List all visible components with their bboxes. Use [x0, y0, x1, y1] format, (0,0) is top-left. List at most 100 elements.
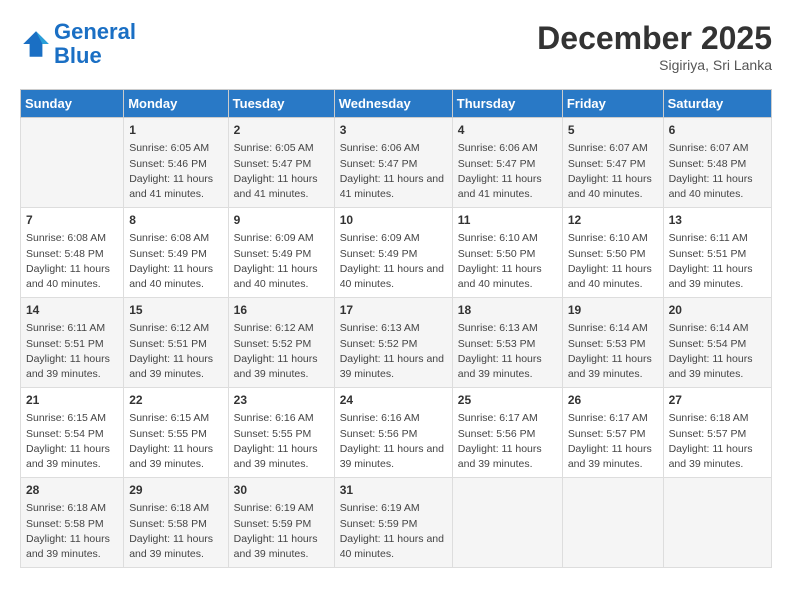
day-number: 26 — [568, 392, 658, 409]
day-number: 19 — [568, 302, 658, 319]
day-number: 28 — [26, 482, 118, 499]
page-header: General Blue December 2025 Sigiriya, Sri… — [20, 20, 772, 73]
calendar-cell: 25Sunrise: 6:17 AMSunset: 5:56 PMDayligh… — [452, 388, 562, 478]
month-title: December 2025 — [537, 20, 772, 57]
day-number: 22 — [129, 392, 222, 409]
day-number: 14 — [26, 302, 118, 319]
calendar-cell — [452, 478, 562, 568]
day-info: Sunrise: 6:08 AMSunset: 5:48 PMDaylight:… — [26, 231, 118, 292]
day-number: 31 — [340, 482, 447, 499]
day-info: Sunrise: 6:08 AMSunset: 5:49 PMDaylight:… — [129, 231, 222, 292]
day-info: Sunrise: 6:16 AMSunset: 5:56 PMDaylight:… — [340, 411, 447, 472]
calendar-cell: 18 Sunrise: 6:13 AMSunset: 5:53 PMDayligh… — [452, 298, 562, 388]
day-info: Sunrise: 6:15 AMSunset: 5:55 PMDaylight:… — [129, 411, 222, 472]
calendar-cell: 3 Sunrise: 6:06 AMSunset: 5:47 PMDaylight… — [334, 118, 452, 208]
day-info: Sunrise: 6:19 AMSunset: 5:59 PMDaylight:… — [234, 501, 329, 562]
title-block: December 2025 Sigiriya, Sri Lanka — [537, 20, 772, 73]
day-info: Sunrise: 6:18 AMSunset: 5:57 PMDaylight:… — [669, 411, 766, 472]
day-info: Sunrise: 6:14 AMSunset: 5:54 PMDaylight:… — [669, 321, 766, 382]
day-info: Sunrise: 6:07 AMSunset: 5:48 PMDaylight:… — [669, 141, 766, 202]
calendar-cell: 11 Sunrise: 6:10 AMSunset: 5:50 PMDayligh… — [452, 208, 562, 298]
day-number: 1 — [129, 122, 222, 139]
calendar-cell — [562, 478, 663, 568]
day-number: 10 — [340, 212, 447, 229]
day-number: 4 — [458, 122, 557, 139]
day-info: Sunrise: 6:17 AMSunset: 5:57 PMDaylight:… — [568, 411, 658, 472]
day-info: Sunrise: 6:18 AMSunset: 5:58 PMDaylight:… — [26, 501, 118, 562]
day-info: Sunrise: 6:18 AMSunset: 5:58 PMDaylight:… — [129, 501, 222, 562]
column-header-sunday: Sunday — [21, 90, 124, 118]
day-number: 13 — [669, 212, 766, 229]
day-info: Sunrise: 6:12 AMSunset: 5:52 PMDaylight:… — [234, 321, 329, 382]
calendar-cell: 8 Sunrise: 6:08 AMSunset: 5:49 PMDaylight… — [124, 208, 228, 298]
day-number: 12 — [568, 212, 658, 229]
calendar-table: SundayMondayTuesdayWednesdayThursdayFrid… — [20, 89, 772, 568]
day-info: Sunrise: 6:11 AMSunset: 5:51 PMDaylight:… — [669, 231, 766, 292]
calendar-cell: 26 Sunrise: 6:17 AMSunset: 5:57 PMDayligh… — [562, 388, 663, 478]
calendar-cell: 4Sunrise: 6:06 AMSunset: 5:47 PMDaylight… — [452, 118, 562, 208]
day-number: 25 — [458, 392, 557, 409]
calendar-cell: 29 Sunrise: 6:18 AMSunset: 5:58 PMDayligh… — [124, 478, 228, 568]
column-header-friday: Friday — [562, 90, 663, 118]
day-number: 23 — [234, 392, 329, 409]
day-number: 9 — [234, 212, 329, 229]
day-number: 16 — [234, 302, 329, 319]
day-info: Sunrise: 6:06 AMSunset: 5:47 PMDaylight:… — [340, 141, 447, 202]
day-number: 18 — [458, 302, 557, 319]
logo: General Blue — [20, 20, 136, 68]
day-number: 21 — [26, 392, 118, 409]
calendar-cell: 20 Sunrise: 6:14 AMSunset: 5:54 PMDayligh… — [663, 298, 771, 388]
calendar-cell: 30Sunrise: 6:19 AMSunset: 5:59 PMDayligh… — [228, 478, 334, 568]
calendar-cell: 24 Sunrise: 6:16 AMSunset: 5:56 PMDayligh… — [334, 388, 452, 478]
calendar-cell: 14Sunrise: 6:11 AMSunset: 5:51 PMDayligh… — [21, 298, 124, 388]
calendar-cell: 12 Sunrise: 6:10 AMSunset: 5:50 PMDayligh… — [562, 208, 663, 298]
column-header-wednesday: Wednesday — [334, 90, 452, 118]
day-info: Sunrise: 6:10 AMSunset: 5:50 PMDaylight:… — [568, 231, 658, 292]
calendar-cell: 5 Sunrise: 6:07 AMSunset: 5:47 PMDaylight… — [562, 118, 663, 208]
day-info: Sunrise: 6:14 AMSunset: 5:53 PMDaylight:… — [568, 321, 658, 382]
day-number: 15 — [129, 302, 222, 319]
day-number: 20 — [669, 302, 766, 319]
day-info: Sunrise: 6:13 AMSunset: 5:52 PMDaylight:… — [340, 321, 447, 382]
day-info: Sunrise: 6:12 AMSunset: 5:51 PMDaylight:… — [129, 321, 222, 382]
day-info: Sunrise: 6:15 AMSunset: 5:54 PMDaylight:… — [26, 411, 118, 472]
calendar-cell: 6 Sunrise: 6:07 AMSunset: 5:48 PMDaylight… — [663, 118, 771, 208]
calendar-cell: 7 Sunrise: 6:08 AMSunset: 5:48 PMDaylight… — [21, 208, 124, 298]
day-number: 7 — [26, 212, 118, 229]
calendar-cell: 2 Sunrise: 6:05 AMSunset: 5:47 PMDaylight… — [228, 118, 334, 208]
calendar-cell: 13 Sunrise: 6:11 AMSunset: 5:51 PMDayligh… — [663, 208, 771, 298]
day-info: Sunrise: 6:05 AMSunset: 5:47 PMDaylight:… — [234, 141, 329, 202]
day-number: 24 — [340, 392, 447, 409]
column-header-saturday: Saturday — [663, 90, 771, 118]
day-number: 29 — [129, 482, 222, 499]
day-number: 11 — [458, 212, 557, 229]
logo-text: General Blue — [54, 20, 136, 68]
calendar-week-4: 21 Sunrise: 6:15 AMSunset: 5:54 PMDayligh… — [21, 388, 772, 478]
day-info: Sunrise: 6:13 AMSunset: 5:53 PMDaylight:… — [458, 321, 557, 382]
day-info: Sunrise: 6:05 AMSunset: 5:46 PMDaylight:… — [129, 141, 222, 202]
day-number: 3 — [340, 122, 447, 139]
calendar-cell: 16 Sunrise: 6:12 AMSunset: 5:52 PMDayligh… — [228, 298, 334, 388]
day-number: 8 — [129, 212, 222, 229]
day-info: Sunrise: 6:10 AMSunset: 5:50 PMDaylight:… — [458, 231, 557, 292]
calendar-cell: 28 Sunrise: 6:18 AMSunset: 5:58 PMDayligh… — [21, 478, 124, 568]
calendar-cell: 19 Sunrise: 6:14 AMSunset: 5:53 PMDayligh… — [562, 298, 663, 388]
day-info: Sunrise: 6:07 AMSunset: 5:47 PMDaylight:… — [568, 141, 658, 202]
calendar-cell: 21 Sunrise: 6:15 AMSunset: 5:54 PMDayligh… — [21, 388, 124, 478]
column-header-tuesday: Tuesday — [228, 90, 334, 118]
day-info: Sunrise: 6:09 AMSunset: 5:49 PMDaylight:… — [340, 231, 447, 292]
calendar-cell: 17Sunrise: 6:13 AMSunset: 5:52 PMDayligh… — [334, 298, 452, 388]
calendar-cell: 15 Sunrise: 6:12 AMSunset: 5:51 PMDayligh… — [124, 298, 228, 388]
calendar-header-row: SundayMondayTuesdayWednesdayThursdayFrid… — [21, 90, 772, 118]
calendar-cell: 22 Sunrise: 6:15 AMSunset: 5:55 PMDayligh… — [124, 388, 228, 478]
calendar-cell: 1 Sunrise: 6:05 AMSunset: 5:46 PMDaylight… — [124, 118, 228, 208]
day-info: Sunrise: 6:16 AMSunset: 5:55 PMDaylight:… — [234, 411, 329, 472]
calendar-week-3: 14Sunrise: 6:11 AMSunset: 5:51 PMDayligh… — [21, 298, 772, 388]
day-number: 5 — [568, 122, 658, 139]
logo-icon — [20, 28, 52, 60]
day-info: Sunrise: 6:19 AMSunset: 5:59 PMDaylight:… — [340, 501, 447, 562]
day-number: 2 — [234, 122, 329, 139]
location: Sigiriya, Sri Lanka — [537, 57, 772, 73]
day-number: 6 — [669, 122, 766, 139]
calendar-cell: 27Sunrise: 6:18 AMSunset: 5:57 PMDayligh… — [663, 388, 771, 478]
